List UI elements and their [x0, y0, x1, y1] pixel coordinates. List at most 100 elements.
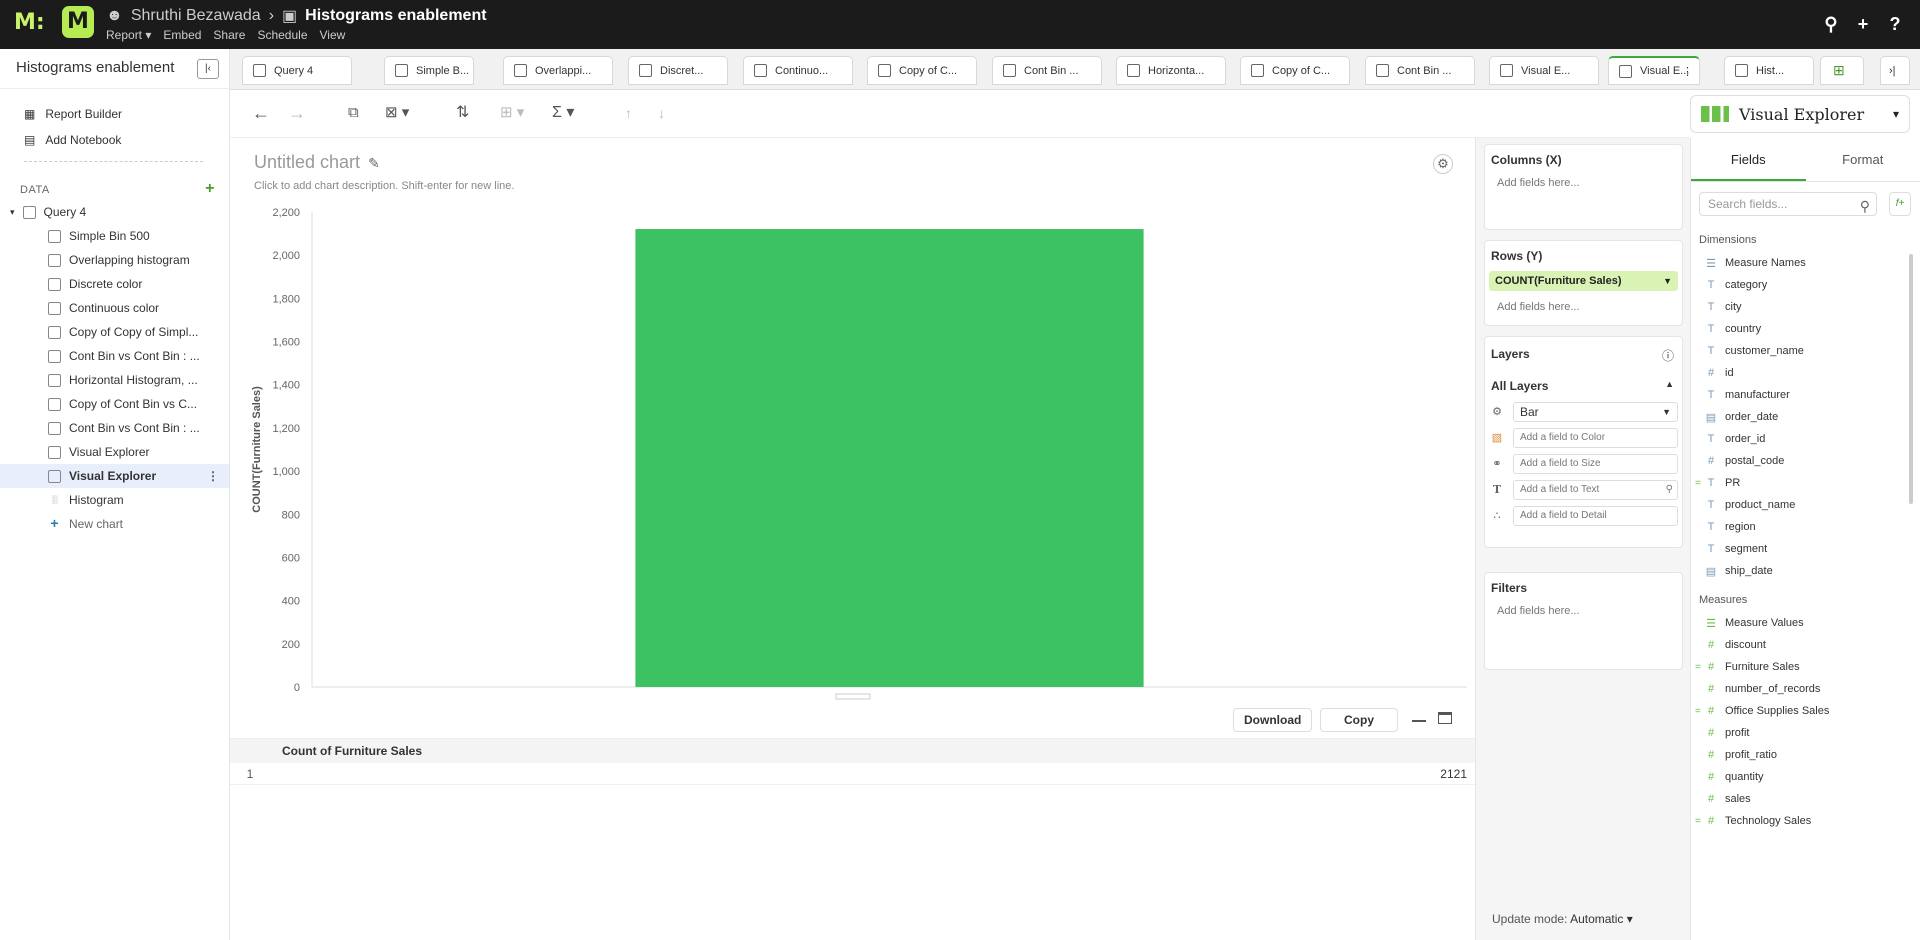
field-item[interactable]: # quantity: [1691, 766, 1905, 788]
duplicate-icon[interactable]: ⧉: [348, 102, 359, 124]
layout-icon[interactable]: ⊞ ▾: [500, 102, 524, 124]
sidebar-chart-item[interactable]: Visual Explorer: [0, 440, 229, 464]
tab-chart[interactable]: Cont Bin ...: [992, 56, 1102, 85]
tab-chart[interactable]: Copy of C...: [1240, 56, 1350, 85]
download-button[interactable]: Download: [1233, 708, 1313, 732]
field-item[interactable]: = # Office Supplies Sales: [1691, 700, 1905, 722]
workspace-logo[interactable]: M: [62, 6, 94, 38]
tab-chart-active[interactable]: Visual E... ⋮: [1608, 56, 1700, 85]
query-item[interactable]: ▾ Query 4: [0, 200, 229, 224]
chart-title[interactable]: Untitled chart ✎: [254, 152, 380, 173]
search-icon[interactable]: ⚲: [1666, 481, 1673, 499]
pencil-icon[interactable]: ✎: [368, 155, 380, 171]
tab-query[interactable]: Query 4: [242, 56, 352, 85]
undo-icon[interactable]: ←: [252, 102, 270, 124]
search-fields-input[interactable]: Search fields... ⚲: [1699, 192, 1877, 216]
tab-format[interactable]: Format: [1806, 138, 1920, 181]
sum-icon[interactable]: Σ ▾: [552, 102, 574, 124]
tab-chart[interactable]: Overlappi...: [503, 56, 613, 85]
sidebar-chart-item[interactable]: Simple Bin 500: [0, 224, 229, 248]
tab-fields[interactable]: Fields: [1691, 138, 1806, 181]
sidebar-chart-item[interactable]: Continuous color: [0, 296, 229, 320]
text-field-drop[interactable]: Add a field to Text ⚲: [1513, 480, 1678, 500]
menu-share[interactable]: Share: [213, 28, 245, 42]
field-item[interactable]: Tcategory: [1691, 274, 1905, 296]
rows-shelf-placeholder[interactable]: Add fields here...: [1485, 291, 1682, 323]
sidebar-chart-item[interactable]: Cont Bin vs Cont Bin : ...: [0, 344, 229, 368]
report-title[interactable]: Histograms enablement: [305, 7, 486, 25]
sidebar-chart-item[interactable]: Overlapping histogram: [0, 248, 229, 272]
fields-scrollbar[interactable]: [1909, 254, 1913, 504]
all-layers-label[interactable]: All Layers: [1491, 379, 1548, 393]
color-field-drop[interactable]: Add a field to Color: [1513, 428, 1678, 448]
gear-icon[interactable]: ⚙: [1489, 404, 1505, 420]
sidebar-chart-item[interactable]: Horizontal Histogram, ...: [0, 368, 229, 392]
rows-shelf[interactable]: Rows (Y) COUNT(Furniture Sales) ▼ Add fie…: [1484, 240, 1683, 326]
sidebar-chart-item[interactable]: Copy of Copy of Simpl...: [0, 320, 229, 344]
update-mode-select[interactable]: Automatic ▾: [1570, 912, 1633, 926]
tab-chart[interactable]: Visual E...: [1489, 56, 1599, 85]
field-item[interactable]: Tcustomer_name: [1691, 340, 1905, 362]
field-item[interactable]: = T PR: [1691, 472, 1905, 494]
field-item[interactable]: # profit: [1691, 722, 1905, 744]
plus-icon[interactable]: +: [1852, 13, 1874, 35]
chevron-up-icon[interactable]: ▲: [1665, 379, 1674, 389]
columns-shelf-placeholder[interactable]: Add fields here...: [1485, 167, 1682, 199]
add-calculation-icon[interactable]: f+: [1889, 192, 1911, 216]
report-builder-link[interactable]: ▦ Report Builder: [0, 101, 229, 127]
columns-shelf[interactable]: Columns (X) Add fields here...: [1484, 144, 1683, 230]
field-item[interactable]: Torder_id: [1691, 428, 1905, 450]
field-item[interactable]: Tproduct_name: [1691, 494, 1905, 516]
sort-desc-icon[interactable]: ↓: [658, 102, 665, 124]
tab-chart[interactable]: Continuo...: [743, 56, 853, 85]
copy-button[interactable]: Copy: [1320, 708, 1398, 732]
rows-field-pill[interactable]: COUNT(Furniture Sales) ▼: [1489, 271, 1678, 291]
field-item[interactable]: # id: [1691, 362, 1905, 384]
tab-chart[interactable]: Cont Bin ...: [1365, 56, 1475, 85]
gear-icon[interactable]: ⚙: [1433, 154, 1453, 174]
help-icon[interactable]: ?: [1884, 13, 1906, 35]
kebab-icon[interactable]: ⋮: [207, 469, 219, 483]
tab-chart[interactable]: Horizonta...: [1116, 56, 1226, 85]
field-item[interactable]: = # Technology Sales: [1691, 810, 1905, 832]
tab-chart[interactable]: Simple B...: [384, 56, 474, 85]
field-item[interactable]: ▤ ship_date: [1691, 560, 1905, 582]
field-item[interactable]: ☰ Measure Values: [1691, 612, 1905, 634]
breadcrumb-user[interactable]: Shruthi Bezawada: [131, 7, 261, 25]
kebab-icon[interactable]: ⋮: [1682, 65, 1693, 78]
field-item[interactable]: = # Furniture Sales: [1691, 656, 1905, 678]
sidebar-chart-item-active[interactable]: Visual Explorer ⋮: [0, 464, 229, 488]
field-item[interactable]: Tregion: [1691, 516, 1905, 538]
menu-view[interactable]: View: [320, 28, 346, 42]
size-field-drop[interactable]: Add a field to Size: [1513, 454, 1678, 474]
field-item[interactable]: ☰ Measure Names: [1691, 252, 1905, 274]
sidebar-chart-item[interactable]: ░ Histogram: [0, 488, 229, 512]
menu-report[interactable]: Report ▾: [106, 28, 151, 42]
tab-chart[interactable]: Copy of C...: [867, 56, 977, 85]
menu-embed[interactable]: Embed: [163, 28, 201, 42]
detail-field-drop[interactable]: Add a field to Detail: [1513, 506, 1678, 526]
maximize-icon[interactable]: [1438, 712, 1452, 724]
filters-shelf[interactable]: Filters Add fields here...: [1484, 572, 1683, 670]
field-item[interactable]: Tcountry: [1691, 318, 1905, 340]
sort-asc-icon[interactable]: ↑: [625, 102, 632, 124]
field-item[interactable]: # postal_code: [1691, 450, 1905, 472]
mark-type-select[interactable]: Bar ▼: [1513, 402, 1678, 422]
tab-chart[interactable]: Hist...: [1724, 56, 1814, 85]
field-item[interactable]: # profit_ratio: [1691, 744, 1905, 766]
sidebar-chart-item[interactable]: Copy of Cont Bin vs C...: [0, 392, 229, 416]
sidebar-chart-item[interactable]: Cont Bin vs Cont Bin : ...: [0, 416, 229, 440]
search-icon[interactable]: ⚲: [1820, 13, 1842, 35]
expand-panel-button[interactable]: ›|: [1880, 56, 1910, 85]
menu-schedule[interactable]: Schedule: [257, 28, 307, 42]
swap-axes-icon[interactable]: ⇅: [456, 102, 469, 124]
redo-icon[interactable]: →: [288, 102, 306, 124]
add-data-icon[interactable]: +: [205, 180, 215, 198]
field-item[interactable]: # sales: [1691, 788, 1905, 810]
tab-chart[interactable]: Discret...: [628, 56, 728, 85]
field-item[interactable]: Tmanufacturer: [1691, 384, 1905, 406]
app-logo[interactable]: M:: [14, 10, 45, 38]
chart-description[interactable]: Click to add chart description. Shift-en…: [254, 180, 514, 192]
visualization-type-select[interactable]: Visual Explorer ▾: [1690, 95, 1910, 133]
chevron-down-icon[interactable]: ▾: [10, 207, 15, 218]
